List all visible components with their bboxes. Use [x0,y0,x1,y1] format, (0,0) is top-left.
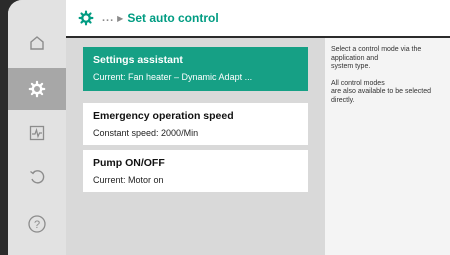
breadcrumb-ellipsis: ... [102,12,115,24]
menu-item-subtitle: Current: Motor on [93,175,164,185]
menu-item-subtitle: Current: Fan heater – Dynamic Adapt ... [93,72,253,82]
screen: ? ... ▶ Set auto control Settings assist… [8,0,450,255]
nav-home-button[interactable] [8,22,66,64]
nav-help-button[interactable]: ? [8,203,66,245]
help-text-1: Select a control mode via the applicatio… [331,46,422,70]
nav-diagnostics-button[interactable] [8,112,66,154]
content-area: ... ▶ Set auto control Settings assistan… [66,0,450,255]
menu-item-pump-on-off[interactable]: Pump ON/OFF Current: Motor on [83,150,308,192]
nav-settings-button[interactable] [8,68,66,110]
menu-item-title: Pump ON/OFF [93,157,165,169]
breadcrumb-arrow-icon: ▶ [117,13,124,23]
menu-item-title: Settings assistant [93,54,183,66]
gear-icon [28,80,46,98]
undo-icon [30,170,45,184]
svg-text:?: ? [34,219,40,231]
help-panel: Select a control mode via the applicatio… [325,38,450,255]
page-title: Set auto control [127,11,219,25]
help-icon: ? [28,215,46,233]
page-header: ... ▶ Set auto control [66,0,450,38]
side-navigation: ? [8,0,66,255]
home-icon [30,36,44,50]
diagnostics-icon [29,125,45,141]
nav-undo-button[interactable] [8,156,66,198]
menu-item-settings-assistant[interactable]: Settings assistant Current: Fan heater –… [83,47,308,91]
device-bezel: ? ... ▶ Set auto control Settings assist… [0,0,450,255]
settings-gear-icon [78,10,94,26]
menu-item-subtitle: Constant speed: 2000/Min [93,128,199,138]
help-text-2: All control modes are also available to … [331,79,432,104]
menu-item-title: Emergency operation speed [93,110,234,122]
menu-item-emergency-speed[interactable]: Emergency operation speed Constant speed… [83,103,308,145]
